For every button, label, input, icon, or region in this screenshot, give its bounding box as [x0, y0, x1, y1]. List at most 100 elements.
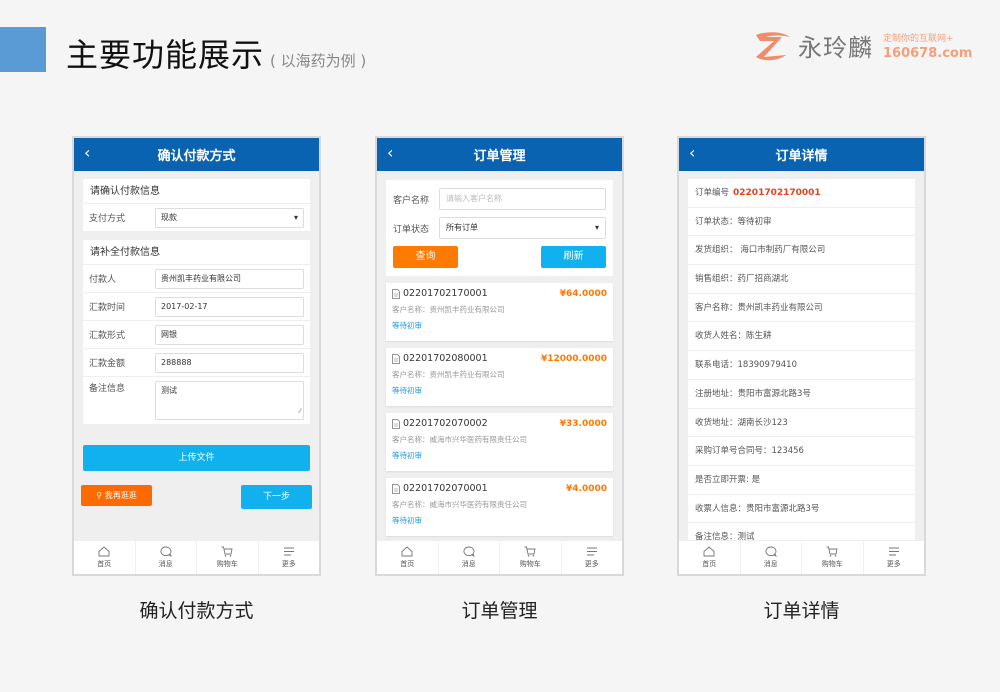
tab-messages[interactable]: 消息 — [439, 541, 500, 574]
section-title: 请补全付款信息 — [83, 240, 310, 265]
document-icon — [392, 418, 400, 429]
order-status: 等待初审 — [392, 451, 422, 460]
order-list-item[interactable]: 02201702080001 ¥12000.0000 客户名称：贵州凯丰药业有限公司… — [386, 348, 613, 406]
tab-label: 消息 — [461, 560, 476, 568]
tab-label: 消息 — [158, 560, 173, 568]
continue-browsing-button[interactable]: ⚲ 我再逛逛 — [81, 485, 152, 506]
form-row-remit-time: 汇款时间 2017-02-17 — [83, 293, 310, 321]
page-title: 主要功能展示 ( 以海药为例 ) — [66, 30, 366, 76]
tab-cart[interactable]: 购物车 — [802, 541, 864, 574]
detail-row: 订单状态：等待初审 — [688, 208, 915, 237]
bottom-tabbar: 首页 消息 购物车 更多 — [74, 540, 319, 574]
tab-more[interactable]: 更多 — [864, 541, 925, 574]
tab-more[interactable]: 更多 — [259, 541, 320, 574]
back-icon[interactable]: ‹ — [689, 143, 695, 162]
order-number: 02201702170001 — [392, 288, 488, 299]
field-label: 客户名称 — [393, 195, 430, 206]
menu-icon — [283, 547, 294, 556]
order-list-item[interactable]: 02201702070001 ¥4.0000 客户名称：威海市兴华医药有限责任公司等… — [386, 478, 613, 536]
tab-label: 首页 — [702, 560, 717, 568]
tab-label: 购物车 — [216, 560, 238, 568]
menu-icon — [586, 547, 597, 556]
remit-amount-input[interactable]: 288888 — [155, 352, 304, 373]
back-icon[interactable]: ‹ — [84, 143, 90, 162]
order-number-text: 02201702070002 — [403, 418, 488, 429]
detail-row: 客户名称：贵州凯丰药业有限公司 — [688, 294, 915, 323]
tab-home[interactable]: 首页 — [74, 541, 136, 574]
home-icon — [401, 546, 413, 557]
upload-file-button[interactable]: 上传文件 — [83, 445, 310, 471]
button-label: 我再逛逛 — [104, 491, 137, 500]
bottom-tabbar: 首页 消息 购物车 更多 — [377, 540, 622, 574]
tab-cart[interactable]: 购物车 — [197, 541, 259, 574]
tab-more[interactable]: 更多 — [562, 541, 623, 574]
tab-messages[interactable]: 消息 — [741, 541, 802, 574]
form-row-remit-amount: 汇款金额 288888 — [83, 349, 310, 377]
detail-row: 发货组织： 海口市制药厂有限公司 — [688, 236, 915, 266]
tab-label: 更多 — [584, 560, 599, 568]
remark-textarea[interactable]: 测试 — [155, 381, 304, 421]
home-icon — [703, 546, 715, 557]
logo-url: 160678.com — [883, 45, 973, 61]
caption-detail: 订单详情 — [763, 600, 840, 622]
order-number: 02201702070001 — [392, 483, 488, 494]
remit-time-input[interactable]: 2017-02-17 — [155, 296, 304, 317]
order-customer: 客户名称：贵州凯丰药业有限公司 — [392, 305, 505, 314]
form-row-payment-method: 支付方式 现款 — [83, 204, 310, 232]
refresh-button[interactable]: 刷新 — [541, 246, 606, 268]
bottom-tabbar: 首页 消息 购物车 更多 — [679, 540, 924, 574]
order-no-label: 订单编号 — [695, 188, 730, 198]
tab-messages[interactable]: 消息 — [136, 541, 197, 574]
payment-confirm-section: 请确认付款信息 支付方式 现款 — [83, 179, 310, 232]
page-subtitle: ( 以海药为例 ) — [270, 52, 367, 70]
query-button[interactable]: 查询 — [393, 246, 458, 268]
message-icon — [160, 546, 172, 557]
order-customer: 客户名称：威海市兴华医药有限责任公司 — [392, 435, 527, 444]
nav-title: 订单管理 — [473, 149, 526, 164]
tab-cart[interactable]: 购物车 — [500, 541, 562, 574]
nav-title: 确认付款方式 — [157, 149, 236, 164]
field-label: 汇款金额 — [89, 359, 126, 369]
next-step-button[interactable]: 下一步 — [241, 485, 312, 509]
tab-label: 首页 — [400, 560, 415, 568]
payment-method-select[interactable]: 现款 — [155, 207, 304, 228]
back-icon[interactable]: ‹ — [387, 143, 393, 162]
order-status-select[interactable]: 所有订单 — [439, 217, 606, 239]
tab-home[interactable]: 首页 — [679, 541, 741, 574]
tab-home[interactable]: 首页 — [377, 541, 439, 574]
order-status: 等待初审 — [392, 386, 422, 395]
home-icon — [98, 546, 110, 557]
detail-row: 销售组织：药厂招商湖北 — [688, 265, 915, 294]
detail-row: 收货人姓名：陈生耕 — [688, 322, 915, 352]
order-number: 02201702070002 — [392, 418, 488, 429]
tab-label: 购物车 — [821, 560, 843, 568]
payer-input[interactable]: 贵州凯丰药业有限公司 — [155, 268, 304, 289]
cart-icon — [826, 546, 838, 557]
order-number: 02201702080001 — [392, 353, 488, 364]
payment-complete-section: 请补全付款信息 付款人 贵州凯丰药业有限公司 汇款时间 2017-02-17 汇… — [83, 240, 310, 425]
order-list-item[interactable]: 02201702170001 ¥64.0000 客户名称：贵州凯丰药业有限公司 等待初… — [386, 283, 613, 341]
document-icon — [392, 483, 400, 494]
order-amount: ¥64.0000 — [559, 288, 607, 299]
detail-row: 收票人信息：贵阳市富源北路3号 — [688, 495, 915, 524]
tab-label: 更多 — [281, 560, 296, 568]
order-amount: ¥33.0000 — [559, 418, 607, 429]
title-accent-block — [0, 27, 46, 72]
section-title: 请确认付款信息 — [83, 179, 310, 204]
detail-row: 是否立即开票: 是 — [688, 466, 915, 495]
order-number-text: 02201702080001 — [403, 353, 488, 364]
field-label: 付款人 — [89, 275, 117, 285]
page-title-text: 主要功能展示 — [66, 36, 265, 74]
remit-form-input[interactable]: 网银 — [155, 324, 304, 345]
customer-name-input[interactable]: 请输入客户名称 — [439, 188, 606, 210]
phone-screen-orders: ‹ 订单管理 客户名称 请输入客户名称 订单状态 所有订单 查询 刷新 0220… — [375, 136, 624, 576]
caption-orders: 订单管理 — [461, 600, 538, 622]
navbar: ‹ 订单管理 — [377, 138, 622, 171]
detail-row: 注册地址：贵阳市富源北路3号 — [688, 380, 915, 409]
form-row-remark: 备注信息 测试 — [83, 377, 310, 425]
tab-label: 购物车 — [519, 560, 541, 568]
navbar: ‹ 确认付款方式 — [74, 138, 319, 171]
order-number-text: 02201702170001 — [403, 288, 488, 299]
document-icon — [392, 288, 400, 299]
order-list-item[interactable]: 02201702070002 ¥33.0000 客户名称：威海市兴华医药有限责任公司… — [386, 413, 613, 471]
